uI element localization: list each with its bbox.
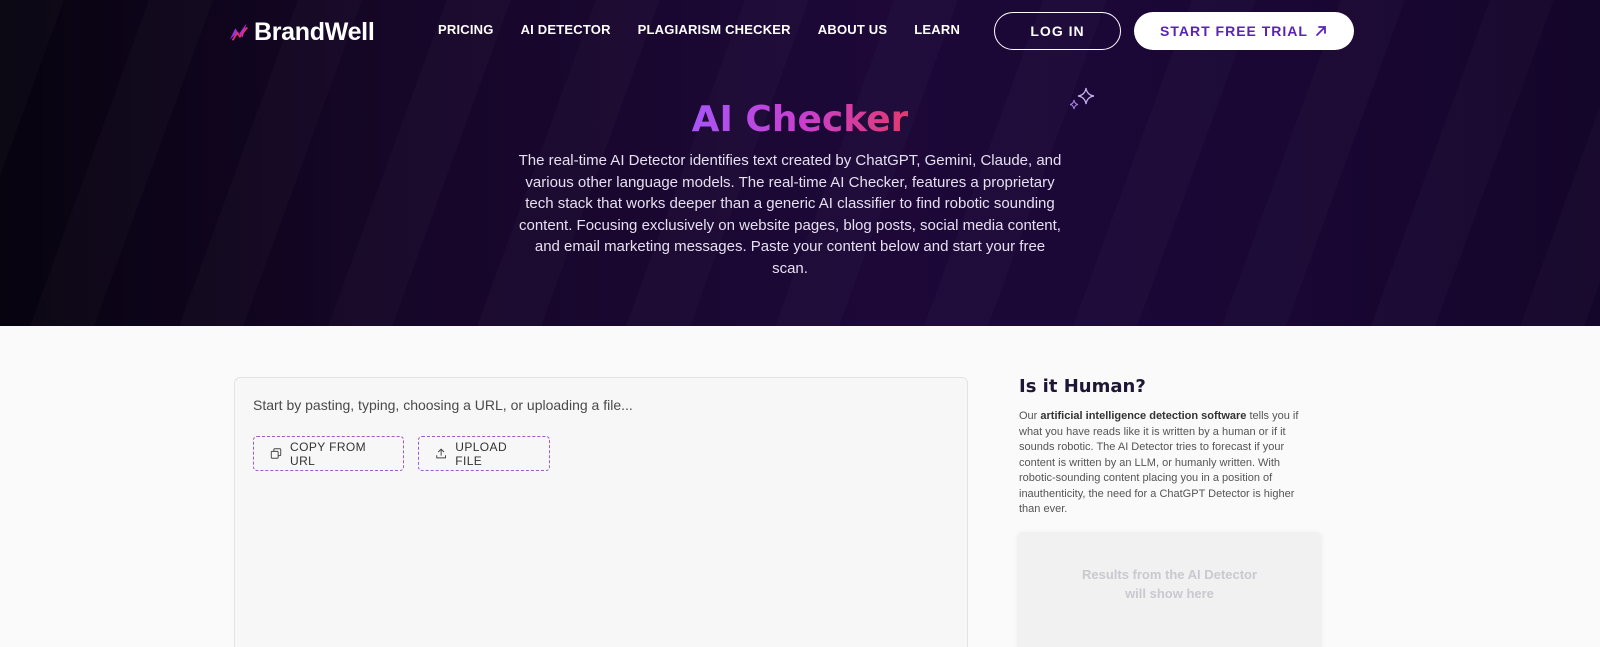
- results-line-1: Results from the AI Detector: [1081, 567, 1258, 582]
- nav-item-learn[interactable]: LEARN: [914, 22, 960, 38]
- login-button[interactable]: LOG IN: [994, 12, 1121, 50]
- nav-item-ai-detector[interactable]: AI DETECTOR: [521, 22, 611, 38]
- hero-title-wrap: AI Checker: [0, 98, 1600, 142]
- brandwell-logo-icon: [229, 23, 248, 41]
- page-title: AI Checker: [691, 99, 909, 140]
- hero-description: The real-time AI Detector identifies tex…: [518, 152, 1062, 277]
- upload-icon: [436, 448, 446, 459]
- copy-from-url-button[interactable]: COPY FROM URL: [253, 436, 404, 471]
- copy-from-url-label: COPY FROM URL: [290, 439, 367, 468]
- upload-file-label: UPLOAD FILE: [455, 439, 508, 468]
- start-free-trial-label: START FREE TRIAL: [1160, 23, 1308, 39]
- sidebar-description: Our artificial intelligence detection so…: [1019, 409, 1307, 518]
- nav-item-about-us[interactable]: ABOUT US: [818, 22, 888, 38]
- brand-name: BrandWell: [254, 17, 375, 46]
- results-line-2: will show here: [1125, 586, 1214, 601]
- editor-placeholder: Start by pasting, typing, choosing a URL…: [253, 397, 633, 413]
- nav-item-plagiarism-checker[interactable]: PLAGIARISM CHECKER: [638, 22, 791, 38]
- copy-icon: [270, 448, 282, 459]
- results-panel: Results from the AI Detector will show h…: [1017, 532, 1322, 647]
- brand-logo[interactable]: BrandWell: [228, 17, 375, 46]
- sidebar-title: Is it Human?: [1019, 376, 1146, 397]
- nav-item-pricing[interactable]: PRICING: [438, 22, 494, 38]
- content-editor[interactable]: Start by pasting, typing, choosing a URL…: [234, 377, 968, 647]
- hero-section: BrandWell PRICING AI DETECTOR PLAGIARISM…: [0, 0, 1600, 326]
- sidebar-desc-rest: tells you if what you have reads like it…: [1019, 410, 1299, 515]
- sidebar-desc-link[interactable]: artificial intelligence detection softwa…: [1040, 410, 1246, 422]
- arrow-up-right-icon: [1316, 26, 1326, 36]
- results-placeholder: Results from the AI Detector will show h…: [1017, 565, 1322, 603]
- upload-file-button[interactable]: UPLOAD FILE: [418, 436, 550, 471]
- start-free-trial-button[interactable]: START FREE TRIAL: [1134, 12, 1354, 50]
- sidebar-desc-prefix: Our: [1019, 410, 1041, 422]
- login-button-label: LOG IN: [1030, 23, 1085, 39]
- main-nav: PRICING AI DETECTOR PLAGIARISM CHECKER A…: [438, 22, 987, 38]
